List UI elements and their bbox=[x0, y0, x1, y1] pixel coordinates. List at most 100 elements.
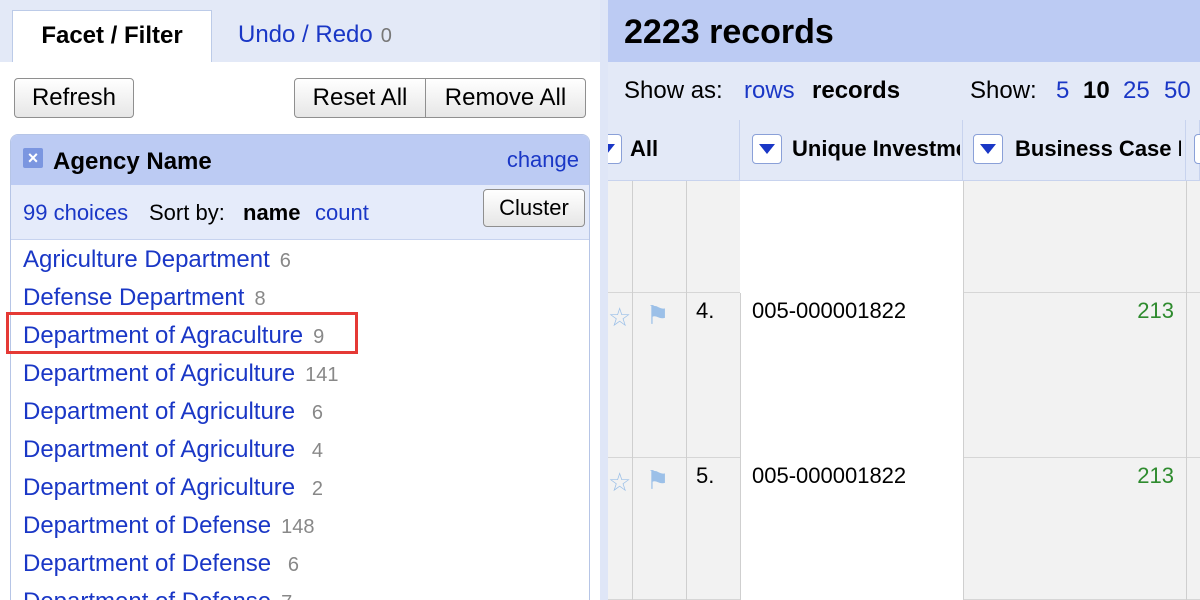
page-size-50-link[interactable]: 50 bbox=[1164, 76, 1191, 106]
reset-all-button[interactable]: Reset All bbox=[294, 78, 426, 118]
cell-divider bbox=[963, 458, 964, 600]
show-as-rows-link[interactable]: rows bbox=[744, 76, 795, 106]
facet-title: Agency Name bbox=[53, 148, 212, 175]
refresh-button[interactable]: Refresh bbox=[14, 78, 134, 118]
facet-change-link[interactable]: change bbox=[507, 146, 579, 174]
row-cell-bg bbox=[740, 181, 963, 293]
panel-divider[interactable] bbox=[600, 0, 608, 600]
remove-all-button[interactable]: Remove All bbox=[426, 78, 586, 118]
column-header-row: All Unique Investme Business Case I bbox=[608, 120, 1200, 181]
facet-choice-name[interactable]: Defense Department bbox=[23, 284, 244, 311]
flag-icon[interactable]: ⚑ bbox=[646, 301, 669, 329]
tab-undo-redo[interactable]: Undo / Redo 0 bbox=[238, 20, 392, 51]
facet-choice[interactable]: Department of Defense 148 bbox=[11, 507, 589, 545]
records-count-title: 2223 records bbox=[624, 13, 834, 51]
facet-choice-count: 8 bbox=[254, 288, 266, 310]
agency-name-facet: × Agency Name change 99 choices Sort by:… bbox=[10, 134, 590, 600]
cell-divider bbox=[686, 458, 687, 600]
sort-by-name[interactable]: name bbox=[243, 199, 300, 227]
cell-divider bbox=[632, 293, 633, 458]
column-unique-investment-dropdown[interactable] bbox=[752, 134, 782, 164]
page-size-10-current: 10 bbox=[1083, 77, 1110, 104]
records-header: 2223 records bbox=[608, 0, 1200, 62]
facet-choice[interactable]: Department of Defense 6 bbox=[11, 545, 589, 583]
facet-choice-count: 6 bbox=[287, 554, 299, 576]
facet-choice-name[interactable]: Department of Defense bbox=[23, 550, 278, 577]
cell-divider bbox=[740, 293, 741, 458]
column-header-all: All bbox=[608, 120, 740, 180]
business-case-cell[interactable]: 213 bbox=[1088, 297, 1174, 325]
facet-choice-count: 148 bbox=[281, 516, 315, 538]
facet-choice[interactable]: Department of Agriculture 2 bbox=[11, 469, 589, 507]
close-facet-icon[interactable]: × bbox=[23, 148, 43, 168]
column-business-case-label: Business Case I bbox=[1015, 136, 1181, 161]
facet-choice-name[interactable]: Department of Agriculture bbox=[23, 398, 302, 425]
cell-divider bbox=[632, 458, 633, 600]
flag-icon[interactable]: ⚑ bbox=[646, 466, 669, 494]
star-icon[interactable]: ☆ bbox=[608, 468, 631, 496]
facet-choice-name[interactable]: Agriculture Department bbox=[23, 246, 270, 273]
column-unique-investment-label: Unique Investme bbox=[792, 136, 960, 161]
page-size-label: Show: bbox=[970, 77, 1037, 104]
unique-investment-cell[interactable]: 005-000001822 bbox=[752, 297, 906, 325]
facet-choice-count: 2 bbox=[311, 478, 323, 500]
facet-choice[interactable]: Department of Agriculture 6 bbox=[11, 393, 589, 431]
tab-undo-redo-label: Undo / Redo bbox=[238, 21, 373, 48]
facet-choice-count: 6 bbox=[311, 402, 323, 424]
cell-divider bbox=[1186, 458, 1187, 600]
row-index: 5. bbox=[696, 463, 715, 488]
unique-investment-cell[interactable]: 005-000001822 bbox=[752, 462, 906, 490]
highlight-box bbox=[6, 312, 358, 354]
table-row: ☆ ⚑ 5. 005-000001822 213 bbox=[608, 458, 1200, 600]
column-all-label: All bbox=[630, 136, 659, 161]
left-panel: Facet / Filter Undo / Redo 0 Refresh Rese… bbox=[0, 0, 600, 600]
facet-choice-count: 4 bbox=[311, 440, 323, 462]
facet-choice[interactable]: Department of Defense 7 bbox=[11, 583, 589, 600]
column-next-dropdown[interactable] bbox=[1194, 134, 1200, 164]
show-as-records: records bbox=[812, 77, 901, 104]
facet-choice[interactable]: Department of Agriculture 141 bbox=[11, 355, 589, 393]
view-controls-bar: Show as: rows records Show: 5 10 25 50 bbox=[608, 62, 1200, 120]
facet-choice-name[interactable]: Department of Defense bbox=[23, 512, 271, 539]
cell-divider bbox=[1186, 293, 1187, 458]
facet-choice[interactable]: Agriculture Department 6 bbox=[11, 241, 589, 279]
undo-count: 0 bbox=[380, 25, 392, 47]
cell-divider bbox=[686, 293, 687, 458]
page-size-25-link[interactable]: 25 bbox=[1123, 76, 1150, 106]
cell-divider bbox=[1186, 181, 1187, 293]
left-tabs-bar: Facet / Filter Undo / Redo 0 bbox=[0, 0, 600, 64]
facet-choice-name[interactable]: Department of Agriculture bbox=[23, 436, 302, 463]
cell-divider bbox=[632, 181, 633, 293]
show-as-label: Show as: bbox=[624, 77, 723, 104]
table-row: ☆ ⚑ 4. 005-000001822 213 bbox=[608, 293, 1200, 458]
facet-choice-name[interactable]: Department of Defense bbox=[23, 588, 271, 600]
table-row bbox=[608, 181, 1200, 293]
facet-choice-name[interactable]: Department of Agriculture bbox=[23, 474, 302, 501]
right-panel: 2223 records Show as: rows records Show:… bbox=[608, 0, 1200, 600]
facet-choice-count: 141 bbox=[305, 364, 339, 386]
column-all-dropdown[interactable] bbox=[608, 134, 622, 164]
facet-choice-list: Agriculture Department 6 Defense Departme… bbox=[11, 241, 589, 600]
sort-by-label: Sort by: bbox=[149, 200, 225, 225]
column-header-business-case: Business Case I bbox=[963, 120, 1186, 180]
facet-choice[interactable]: Department of Agriculture 4 bbox=[11, 431, 589, 469]
business-case-cell[interactable]: 213 bbox=[1088, 462, 1174, 490]
column-business-case-dropdown[interactable] bbox=[973, 134, 1003, 164]
cell-divider bbox=[963, 181, 964, 293]
facet-choice-count: 6 bbox=[279, 250, 291, 272]
column-header-next bbox=[1186, 120, 1200, 180]
sort-by-count-link[interactable]: count bbox=[315, 199, 369, 227]
facet-choice-count: 7 bbox=[281, 592, 292, 600]
cell-divider bbox=[686, 181, 687, 293]
cluster-button[interactable]: Cluster bbox=[483, 189, 585, 227]
star-icon[interactable]: ☆ bbox=[608, 303, 631, 331]
cell-divider bbox=[740, 458, 741, 600]
tab-facet-filter[interactable]: Facet / Filter bbox=[12, 10, 212, 64]
facet-header: × Agency Name change bbox=[11, 135, 589, 185]
row-index: 4. bbox=[696, 298, 715, 323]
page-size-5-link[interactable]: 5 bbox=[1056, 76, 1069, 106]
choices-count-link[interactable]: 99 choices bbox=[23, 199, 128, 227]
cell-divider bbox=[963, 293, 964, 458]
column-header-unique-investment: Unique Investme bbox=[740, 120, 963, 180]
facet-choice-name[interactable]: Department of Agriculture bbox=[23, 360, 295, 387]
